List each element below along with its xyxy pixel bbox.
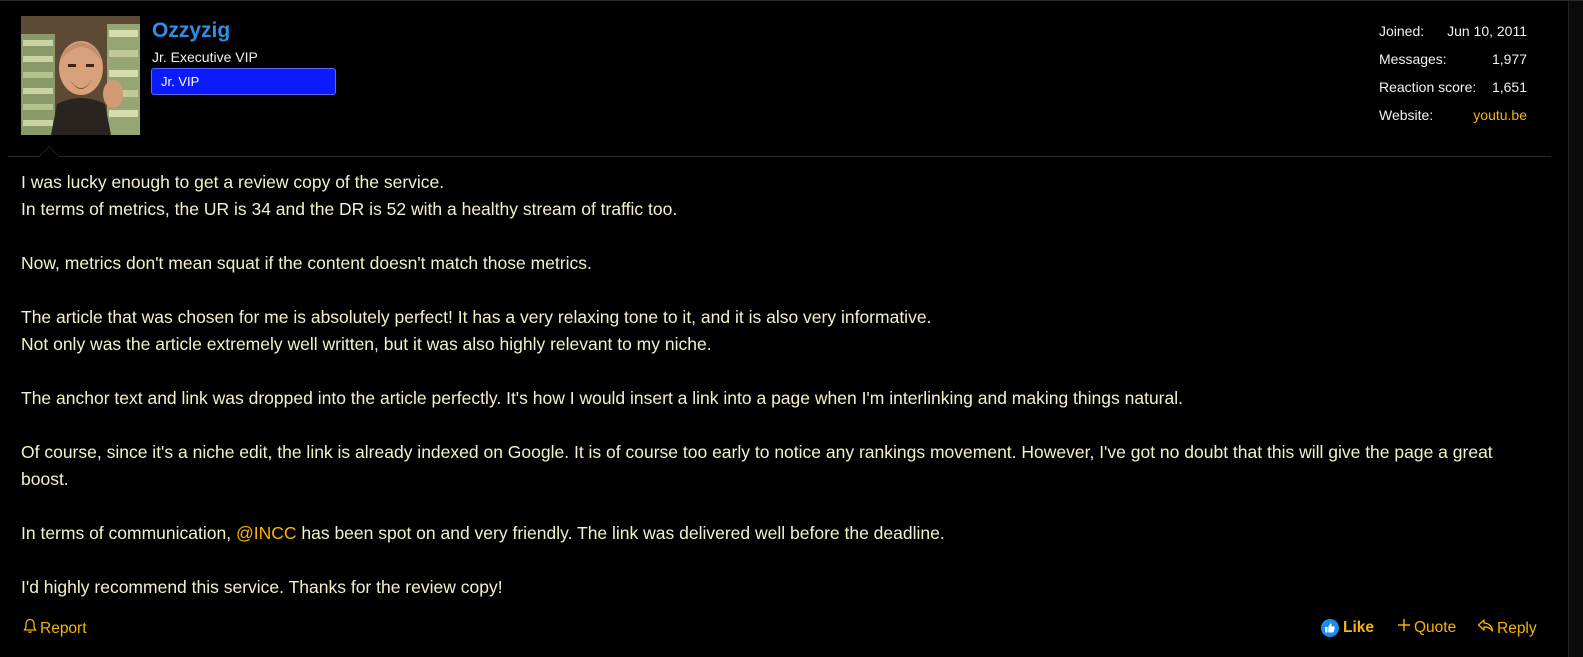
stat-label: Website: bbox=[1379, 107, 1434, 123]
scrollbar-track[interactable] bbox=[1568, 1, 1583, 657]
stat-label: Joined: bbox=[1379, 23, 1425, 39]
user-title: Jr. Executive VIP bbox=[152, 49, 258, 65]
bell-icon bbox=[23, 618, 37, 640]
divider-pointer bbox=[38, 146, 60, 157]
stat-value: Jun 10, 2011 bbox=[1447, 23, 1527, 39]
header-divider bbox=[8, 156, 1551, 157]
message-text: has been spot on and very friendly. The … bbox=[296, 523, 945, 543]
message-line: Not only was the article extremely well … bbox=[21, 334, 712, 354]
post-message: I was lucky enough to get a review copy … bbox=[21, 169, 1531, 601]
message-line: Now, metrics don't mean squat if the con… bbox=[21, 253, 592, 273]
reply-button[interactable]: Reply bbox=[1477, 618, 1537, 639]
stat-value: 1,977 bbox=[1491, 51, 1527, 67]
user-stats: Joined: Jun 10, 2011 Messages: 1,977 Rea… bbox=[1379, 20, 1527, 132]
username-link[interactable]: Ozzyzig bbox=[152, 18, 230, 44]
stat-messages: Messages: 1,977 bbox=[1379, 48, 1527, 76]
report-label: Report bbox=[40, 620, 87, 637]
stat-reaction-score: Reaction score: 1,651 bbox=[1379, 76, 1527, 104]
like-button[interactable]: Like bbox=[1321, 618, 1374, 638]
message-text: In terms of communication, bbox=[21, 523, 236, 543]
stat-value: 1,651 bbox=[1491, 79, 1527, 95]
quote-button[interactable]: Quote bbox=[1397, 618, 1456, 638]
message-line: I'd highly recommend this service. Thank… bbox=[21, 577, 503, 597]
stat-website: Website: youtu.be bbox=[1379, 104, 1527, 132]
message-line: In terms of metrics, the UR is 34 and th… bbox=[21, 199, 678, 219]
avatar-image bbox=[21, 16, 140, 135]
message-line: The anchor text and link was dropped int… bbox=[21, 388, 1183, 408]
forum-post: Ozzyzig Jr. Executive VIP Jr. VIP Joined… bbox=[0, 0, 1583, 657]
stat-label: Messages: bbox=[1379, 51, 1447, 67]
reply-label: Reply bbox=[1497, 619, 1537, 637]
website-link[interactable]: youtu.be bbox=[1473, 104, 1527, 126]
user-avatar[interactable] bbox=[21, 16, 140, 135]
user-banner: Jr. VIP bbox=[151, 68, 336, 95]
reply-arrow-icon bbox=[1477, 618, 1494, 639]
plus-icon bbox=[1397, 618, 1411, 638]
stat-joined: Joined: Jun 10, 2011 bbox=[1379, 20, 1527, 48]
report-button[interactable]: Report bbox=[23, 618, 87, 640]
message-line: Of course, since it's a niche edit, the … bbox=[21, 442, 1493, 489]
message-line: I was lucky enough to get a review copy … bbox=[21, 172, 445, 192]
message-line: In terms of communication, @INCC has bee… bbox=[21, 520, 1531, 547]
message-line: The article that was chosen for me is ab… bbox=[21, 307, 932, 327]
user-mention-link[interactable]: @INCC bbox=[236, 523, 297, 543]
like-label: Like bbox=[1343, 619, 1375, 636]
thumbs-up-icon bbox=[1321, 619, 1339, 637]
quote-label: Quote bbox=[1414, 619, 1457, 636]
stat-label: Reaction score: bbox=[1379, 79, 1477, 95]
